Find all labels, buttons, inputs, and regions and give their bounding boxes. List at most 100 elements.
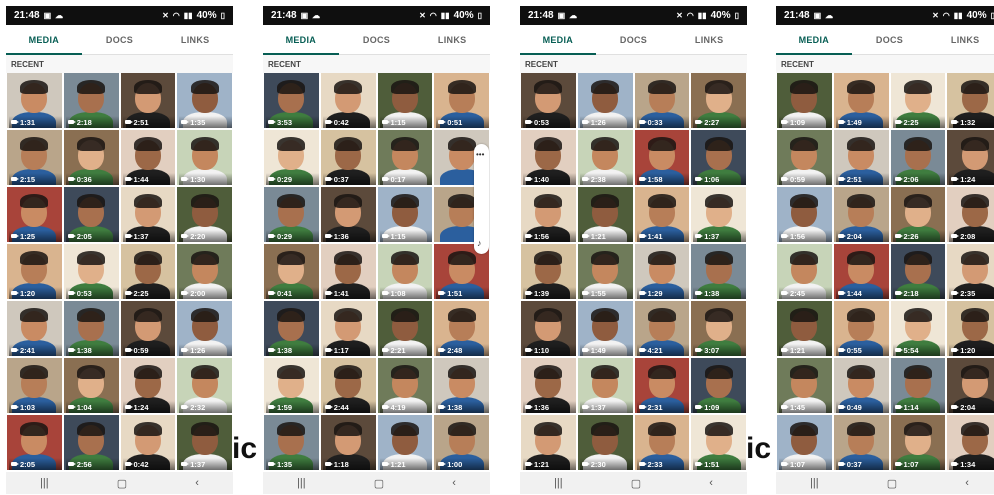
video-thumbnail[interactable]: 1:35 xyxy=(264,415,319,470)
tab-media[interactable]: MEDIA xyxy=(263,25,339,55)
video-thumbnail[interactable]: 1:21 xyxy=(521,415,576,470)
video-thumbnail[interactable]: 2:48 xyxy=(434,301,489,356)
tab-links[interactable]: LINKS xyxy=(157,25,233,54)
video-thumbnail[interactable]: 2:00 xyxy=(177,244,232,299)
video-thumbnail[interactable]: 1:58 xyxy=(634,130,690,185)
video-thumbnail[interactable]: 0:59 xyxy=(120,301,176,356)
video-thumbnail[interactable]: 4:19 xyxy=(377,358,433,413)
video-thumbnail[interactable]: 1:07 xyxy=(777,415,832,470)
video-thumbnail[interactable]: 1:49 xyxy=(577,301,633,356)
back-icon[interactable]: ‹ xyxy=(709,477,713,489)
video-thumbnail[interactable]: 1:15 xyxy=(377,73,433,128)
recents-icon[interactable]: ||| xyxy=(297,477,306,489)
tab-media[interactable]: MEDIA xyxy=(6,25,82,55)
video-thumbnail[interactable]: 2:31 xyxy=(634,358,690,413)
video-thumbnail[interactable]: 2:27 xyxy=(691,73,746,128)
tab-links[interactable]: LINKS xyxy=(414,25,490,54)
video-thumbnail[interactable]: 1:30 xyxy=(177,130,232,185)
video-thumbnail[interactable]: 1:56 xyxy=(521,187,576,242)
video-thumbnail[interactable]: 2:05 xyxy=(7,415,62,470)
video-thumbnail[interactable]: 2:51 xyxy=(120,73,176,128)
tab-links[interactable]: LINKS xyxy=(671,25,747,54)
video-thumbnail[interactable]: 0:42 xyxy=(320,73,376,128)
video-thumbnail[interactable]: 1:17 xyxy=(320,301,376,356)
video-thumbnail[interactable]: 2:32 xyxy=(177,358,232,413)
video-thumbnail[interactable]: 1:14 xyxy=(890,358,946,413)
back-icon[interactable]: ‹ xyxy=(195,477,199,489)
video-thumbnail[interactable]: 1:38 xyxy=(434,358,489,413)
video-thumbnail[interactable]: 1:44 xyxy=(120,130,176,185)
video-thumbnail[interactable]: 2:45 xyxy=(777,244,832,299)
video-thumbnail[interactable]: 2:05 xyxy=(63,187,119,242)
video-thumbnail[interactable]: 2:06 xyxy=(890,130,946,185)
video-thumbnail[interactable]: 1:21 xyxy=(777,301,832,356)
home-icon[interactable]: ▢ xyxy=(374,477,384,490)
video-thumbnail[interactable]: 1:36 xyxy=(521,358,576,413)
video-thumbnail[interactable]: 2:25 xyxy=(120,244,176,299)
home-icon[interactable]: ▢ xyxy=(631,477,641,490)
video-thumbnail[interactable]: 1:29 xyxy=(634,244,690,299)
video-thumbnail[interactable]: 0:51 xyxy=(434,73,489,128)
tab-media[interactable]: MEDIA xyxy=(776,25,852,55)
video-thumbnail[interactable]: 0:42 xyxy=(120,415,176,470)
video-thumbnail[interactable]: 1:09 xyxy=(777,73,832,128)
tab-docs[interactable]: DOCS xyxy=(82,25,158,54)
video-thumbnail[interactable]: 1:59 xyxy=(264,358,319,413)
video-thumbnail[interactable]: 0:29 xyxy=(264,187,319,242)
back-icon[interactable]: ‹ xyxy=(452,477,456,489)
video-thumbnail[interactable]: 1:20 xyxy=(947,301,994,356)
video-thumbnail[interactable]: 1:37 xyxy=(177,415,232,470)
recents-icon[interactable]: ||| xyxy=(810,477,819,489)
video-thumbnail[interactable]: 1:31 xyxy=(7,73,62,128)
video-thumbnail[interactable]: 1:38 xyxy=(63,301,119,356)
video-thumbnail[interactable]: 0:36 xyxy=(63,130,119,185)
video-thumbnail[interactable]: 2:51 xyxy=(833,130,889,185)
video-thumbnail[interactable]: 2:38 xyxy=(577,130,633,185)
video-thumbnail[interactable]: 1:21 xyxy=(577,187,633,242)
video-thumbnail[interactable]: 1:39 xyxy=(521,244,576,299)
video-thumbnail[interactable]: 1:08 xyxy=(377,244,433,299)
video-thumbnail[interactable]: 2:04 xyxy=(947,358,994,413)
video-thumbnail[interactable]: 1:35 xyxy=(177,73,232,128)
video-thumbnail[interactable]: 1:24 xyxy=(120,358,176,413)
video-thumbnail[interactable]: 0:53 xyxy=(521,73,576,128)
video-thumbnail[interactable]: 2:18 xyxy=(63,73,119,128)
video-thumbnail[interactable]: 1:09 xyxy=(691,358,746,413)
video-thumbnail[interactable]: 1:44 xyxy=(833,244,889,299)
video-thumbnail[interactable]: 1:32 xyxy=(947,73,994,128)
recents-icon[interactable]: ||| xyxy=(40,477,49,489)
home-icon[interactable]: ▢ xyxy=(117,477,127,490)
video-thumbnail[interactable]: 0:37 xyxy=(320,130,376,185)
video-thumbnail[interactable]: 1:24 xyxy=(947,130,994,185)
video-thumbnail[interactable]: 2:04 xyxy=(833,187,889,242)
video-thumbnail[interactable]: 2:35 xyxy=(947,244,994,299)
video-thumbnail[interactable]: 1:41 xyxy=(634,187,690,242)
video-thumbnail[interactable]: 0:55 xyxy=(833,301,889,356)
video-thumbnail[interactable]: 1:40 xyxy=(521,130,576,185)
home-icon[interactable]: ▢ xyxy=(887,477,897,490)
fast-scroll-handle[interactable]: ••• ♪ xyxy=(474,144,489,254)
video-thumbnail[interactable]: 1:37 xyxy=(577,358,633,413)
video-thumbnail[interactable]: 1:51 xyxy=(691,415,746,470)
video-thumbnail[interactable]: 1:10 xyxy=(521,301,576,356)
video-thumbnail[interactable]: 1:07 xyxy=(890,415,946,470)
video-thumbnail[interactable]: 0:33 xyxy=(634,73,690,128)
video-thumbnail[interactable]: 1:41 xyxy=(320,244,376,299)
video-thumbnail[interactable]: 0:41 xyxy=(264,244,319,299)
back-icon[interactable]: ‹ xyxy=(965,477,969,489)
video-thumbnail[interactable]: 1:25 xyxy=(7,187,62,242)
video-thumbnail[interactable]: 1:15 xyxy=(377,187,433,242)
video-thumbnail[interactable]: 1:04 xyxy=(63,358,119,413)
video-thumbnail[interactable]: 2:41 xyxy=(7,301,62,356)
video-thumbnail[interactable]: 2:44 xyxy=(320,358,376,413)
tab-docs[interactable]: DOCS xyxy=(339,25,415,54)
video-thumbnail[interactable]: 2:30 xyxy=(577,415,633,470)
video-thumbnail[interactable]: 0:59 xyxy=(777,130,832,185)
recents-icon[interactable]: ||| xyxy=(554,477,563,489)
video-thumbnail[interactable]: 2:08 xyxy=(947,187,994,242)
video-thumbnail[interactable]: 1:18 xyxy=(320,415,376,470)
video-thumbnail[interactable]: 2:15 xyxy=(7,130,62,185)
video-thumbnail[interactable]: 2:18 xyxy=(890,244,946,299)
video-thumbnail[interactable]: 1:20 xyxy=(7,244,62,299)
video-thumbnail[interactable]: 1:45 xyxy=(777,358,832,413)
